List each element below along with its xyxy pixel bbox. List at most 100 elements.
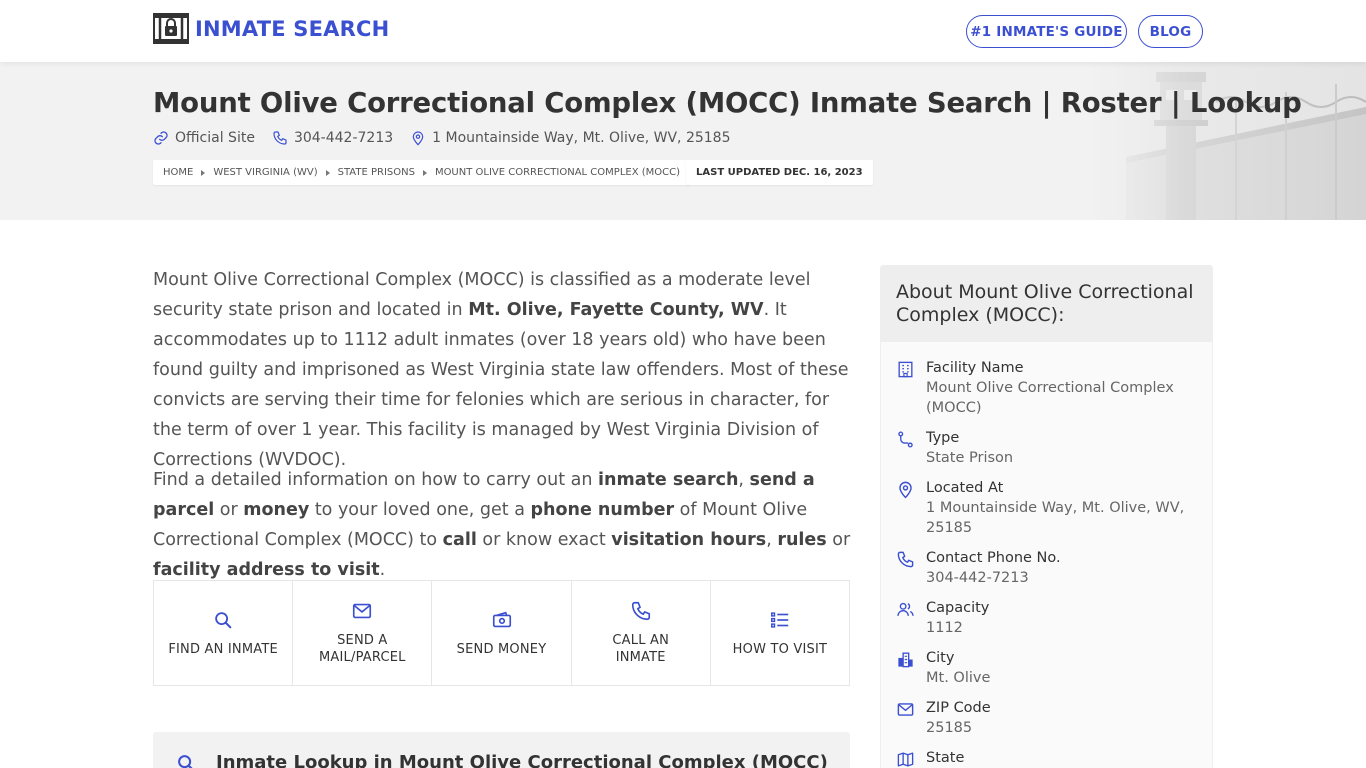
services-text: to your loved one, get a (309, 500, 531, 520)
mail-icon (897, 703, 914, 716)
services-text: . (379, 560, 386, 580)
send-mail-parcel-button[interactable]: SEND A MAIL/PARCEL (293, 581, 433, 685)
services-text: Find a detailed information on how to ca… (153, 470, 599, 490)
breadcrumb-current: MOUNT OLIVE CORRECTIONAL COMPLEX (MOCC) (434, 167, 681, 178)
phone-icon (631, 601, 650, 621)
top-navigation-bar: INMATE SEARCH #1 INMATE'S GUIDE BLOG (0, 0, 1366, 62)
map-icon (897, 752, 914, 767)
hero-phone-link[interactable]: 304-442-7213 (272, 130, 393, 146)
hero-address: 1 Mountainside Way, Mt. Olive, WV, 25185 (410, 130, 731, 146)
phone-icon (897, 551, 914, 568)
breadcrumb-home[interactable]: HOME (163, 167, 193, 178)
building-icon (898, 361, 913, 378)
hero-address-text: 1 Mountainside Way, Mt. Olive, WV, 25185 (432, 130, 731, 146)
sidebar-title: About Mount Olive Correctional Complex (… (881, 266, 1212, 342)
fact-facility-name: Facility Name Mount Olive Correctional C… (881, 358, 1212, 418)
fact-zip-code: ZIP Code 25185 (881, 698, 1212, 738)
fact-contact-phone: Contact Phone No. 304-442-7213 (881, 548, 1212, 588)
fact-label: Capacity (926, 600, 990, 616)
link-icon (154, 131, 168, 145)
prison-tower-illustration (1086, 62, 1366, 220)
blog-button[interactable]: BLOG (1138, 15, 1203, 48)
facility-info-sidebar: About Mount Olive Correctional Complex (… (880, 265, 1213, 768)
inmate-lookup-section: Inmate Lookup in Mount Olive Correctiona… (153, 732, 850, 768)
location-pin-icon (899, 481, 912, 499)
fact-type: Type State Prison (881, 428, 1212, 468)
breadcrumb-separator-icon (422, 169, 427, 176)
call-inmate-label: CALL AN INMATE (612, 633, 669, 665)
fact-capacity: Capacity 1112 (881, 598, 1212, 638)
breadcrumb: HOME WEST VIRGINIA (WV) STATE PRISONS MO… (153, 160, 691, 185)
phone-icon (273, 131, 287, 145)
fact-state: State (881, 748, 1212, 768)
fact-label: City (926, 650, 955, 666)
site-logo-link[interactable]: INMATE SEARCH (153, 13, 389, 44)
fact-label: Located At (926, 480, 1004, 496)
facility-facts-list: Facility Name Mount Olive Correctional C… (881, 342, 1212, 768)
services-text: or (214, 500, 244, 520)
official-site-label: Official Site (175, 130, 255, 146)
hero-banner: Mount Olive Correctional Complex (MOCC) … (0, 62, 1366, 220)
services-text: , (766, 530, 778, 550)
services-paragraph: Find a detailed information on how to ca… (153, 465, 853, 585)
breadcrumb-state-prisons[interactable]: STATE PRISONS (338, 167, 415, 178)
how-to-visit-button[interactable]: HOW TO VISIT (711, 581, 849, 685)
facility-intro-paragraph: Mount Olive Correctional Complex (MOCC) … (153, 265, 853, 475)
fact-value: State Prison (926, 450, 1014, 466)
keyword-money: money (243, 500, 310, 520)
send-money-label: SEND MONEY (456, 641, 547, 657)
inmates-guide-button[interactable]: #1 INMATE'S GUIDE (966, 15, 1127, 48)
facility-contact-meta: Official Site 304-442-7213 1 Mountainsid… (153, 130, 748, 146)
keyword-rules: rules (777, 530, 827, 550)
intro-location: Mt. Olive, Fayette County, WV (468, 300, 764, 320)
fact-label: State (926, 750, 965, 766)
fact-label: Contact Phone No. (926, 550, 1061, 566)
fact-label: ZIP Code (926, 700, 991, 716)
inmate-lookup-heading: Inmate Lookup in Mount Olive Correctiona… (216, 752, 828, 768)
services-text: or (826, 530, 851, 550)
page-title: Mount Olive Correctional Complex (MOCC) … (153, 87, 1302, 119)
fact-located-at: Located At 1 Mountainside Way, Mt. Olive… (881, 478, 1212, 538)
send-mail-parcel-label: SEND A MAIL/PARCEL (319, 633, 406, 665)
list-icon (770, 611, 789, 628)
fact-value: 25185 (926, 720, 973, 736)
call-inmate-button[interactable]: CALL AN INMATE (572, 581, 711, 685)
services-text: , (738, 470, 750, 490)
fact-value: Mt. Olive (926, 670, 991, 686)
send-money-button[interactable]: SEND MONEY (432, 581, 572, 685)
services-text: or know exact (476, 530, 612, 550)
how-to-visit-label: HOW TO VISIT (732, 641, 828, 657)
search-icon (215, 611, 232, 628)
official-site-link[interactable]: Official Site (153, 130, 255, 146)
jail-lock-icon (153, 13, 189, 44)
quick-actions-grid: FIND AN INMATE SEND A MAIL/PARCEL SEND M… (153, 580, 850, 686)
contact-phone-link[interactable]: 304-442-7213 (926, 568, 1198, 588)
fact-label: Type (926, 430, 960, 446)
keyword-visitation-hours: visitation hours (611, 530, 767, 550)
keyword-inmate-search: inmate search (598, 470, 739, 490)
keyword-facility-address: facility address to visit (153, 560, 380, 580)
fact-value: Mount Olive Correctional Complex (MOCC) (926, 380, 1174, 416)
fact-value: 1112 (926, 620, 963, 636)
location-pin-icon (412, 131, 424, 146)
search-icon (178, 755, 193, 768)
fact-city: City Mt. Olive (881, 648, 1212, 688)
find-inmate-button[interactable]: FIND AN INMATE (154, 581, 294, 685)
find-inmate-label: FIND AN INMATE (168, 641, 278, 657)
fact-label: Facility Name (926, 360, 1024, 376)
breadcrumb-state[interactable]: WEST VIRGINIA (WV) (213, 167, 317, 178)
keyword-phone-number: phone number (530, 500, 675, 520)
fact-value: 1 Mountainside Way, Mt. Olive, WV, 25185 (926, 500, 1185, 536)
logo-text: INMATE SEARCH (195, 16, 390, 41)
users-icon (897, 602, 914, 616)
hero-phone-number: 304-442-7213 (293, 130, 394, 146)
route-icon (898, 431, 913, 448)
mail-icon (353, 603, 372, 619)
breadcrumb-separator-icon (325, 169, 330, 176)
intro-text: . It accommodates up to 1112 adult inmat… (153, 300, 849, 470)
keyword-call: call (442, 530, 477, 550)
city-icon (898, 652, 913, 668)
breadcrumb-separator-icon (201, 169, 206, 176)
money-icon (492, 611, 511, 627)
last-updated-badge: LAST UPDATED DEC. 16, 2023 (686, 160, 873, 185)
